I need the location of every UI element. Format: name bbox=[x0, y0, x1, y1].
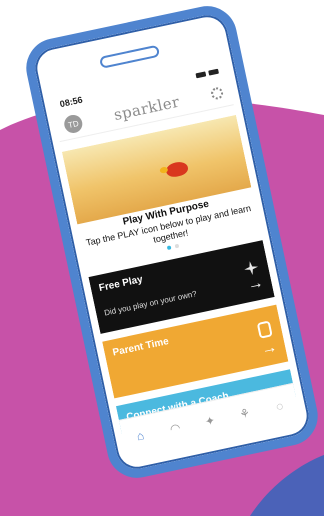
avatar-initials: TD bbox=[67, 118, 80, 130]
battery-icon bbox=[208, 68, 219, 76]
home-icon: ⌂ bbox=[135, 428, 146, 444]
profile-avatar[interactable]: TD bbox=[62, 113, 84, 135]
status-time: 08:56 bbox=[58, 94, 84, 110]
nav-rainbow[interactable]: ◠ bbox=[159, 419, 191, 437]
nav-growth[interactable]: ⚘ bbox=[229, 405, 261, 423]
arrow-right-icon[interactable]: → bbox=[260, 339, 279, 359]
carousel-dot-active[interactable] bbox=[166, 245, 172, 251]
rainbow-icon: ◠ bbox=[168, 420, 182, 437]
status-icons bbox=[195, 68, 219, 78]
chat-icon: ◌ bbox=[274, 398, 285, 414]
parent-time-title: Parent Time bbox=[111, 335, 170, 359]
duck-image bbox=[164, 160, 190, 179]
signal-icon bbox=[195, 70, 207, 78]
arrow-right-icon[interactable]: → bbox=[246, 274, 265, 294]
nav-play[interactable]: ✦ bbox=[194, 412, 226, 430]
carousel-dot[interactable] bbox=[174, 243, 180, 249]
settings-gear-icon[interactable] bbox=[209, 86, 225, 101]
nav-home[interactable]: ⌂ bbox=[124, 427, 156, 445]
sparkle-icon: ✦ bbox=[203, 413, 217, 429]
nav-chat[interactable]: ◌ bbox=[264, 397, 296, 415]
free-play-subtitle: Did you play on your own? bbox=[103, 289, 198, 318]
lock-icon bbox=[256, 320, 273, 339]
free-play-title: Free Play bbox=[97, 274, 144, 295]
plant-icon: ⚘ bbox=[238, 405, 252, 422]
